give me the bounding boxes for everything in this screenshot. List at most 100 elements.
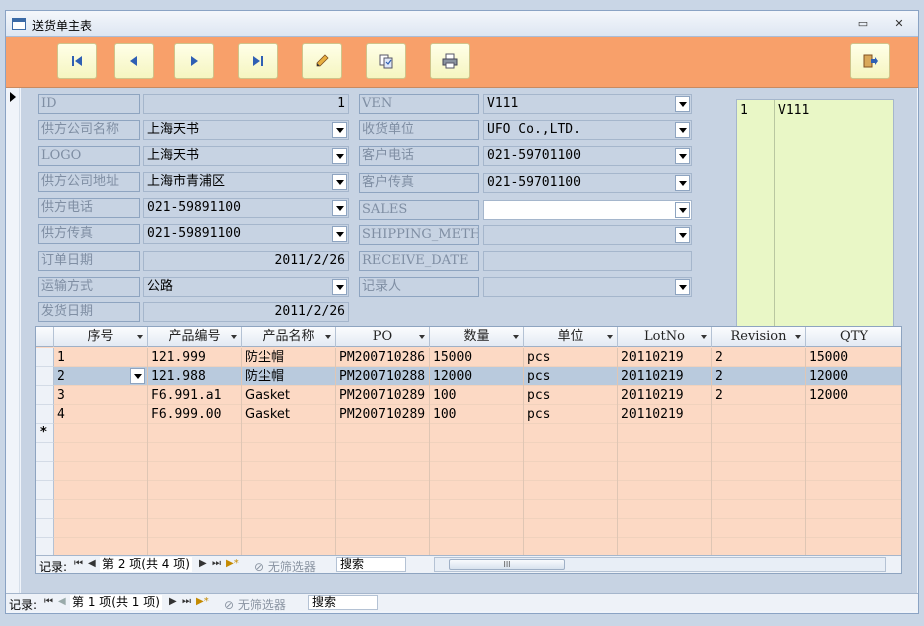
nav-last-icon[interactable]: ⏭ — [182, 596, 191, 607]
dropdown-arrow-icon[interactable] — [675, 227, 690, 243]
previous-record-button[interactable] — [114, 43, 154, 79]
table-cell[interactable] — [524, 481, 618, 500]
col-header-po[interactable]: PO — [336, 327, 430, 347]
table-cell[interactable]: 2 — [712, 367, 806, 386]
table-cell[interactable]: 12000 — [806, 386, 901, 405]
table-cell[interactable] — [242, 424, 336, 443]
dropdown-arrow-icon[interactable] — [675, 175, 690, 191]
search-box[interactable]: 搜索 — [336, 557, 406, 572]
search-box[interactable]: 搜索 — [308, 595, 378, 610]
filter-status[interactable]: ⊘ 无筛选器 — [224, 596, 286, 613]
table-cell[interactable]: 防尘帽 — [242, 348, 336, 367]
table-cell[interactable] — [618, 519, 712, 538]
row-selector[interactable] — [36, 348, 54, 367]
table-cell[interactable]: 防尘帽 — [242, 367, 336, 386]
table-cell[interactable]: 12000 — [806, 367, 901, 386]
table-cell[interactable]: 100 — [430, 405, 524, 424]
table-cell[interactable]: PM200710289 — [336, 405, 430, 424]
table-cell[interactable] — [242, 443, 336, 462]
table-cell[interactable] — [336, 481, 430, 500]
table-cell[interactable] — [618, 481, 712, 500]
table-cell[interactable] — [242, 500, 336, 519]
empty-row[interactable] — [54, 443, 901, 462]
nav-first-icon[interactable]: ⏮ — [44, 596, 53, 607]
dropdown-arrow-icon[interactable] — [332, 279, 347, 295]
receive-date-field[interactable] — [483, 251, 692, 271]
table-cell[interactable]: PM200710288 — [336, 367, 430, 386]
table-cell[interactable] — [54, 443, 148, 462]
ven-combo[interactable]: V111 — [483, 94, 692, 114]
customer-phone-combo[interactable]: 021-59701100 — [483, 146, 692, 166]
row-selector[interactable] — [36, 443, 54, 462]
row-selector[interactable] — [36, 386, 54, 405]
dropdown-arrow-icon[interactable] — [675, 202, 690, 218]
first-record-button[interactable] — [57, 43, 97, 79]
table-row[interactable]: 4 F6.999.00 Gasket PM200710289 100 pcs 2011021… — [54, 405, 901, 424]
table-cell[interactable]: 121.999 — [148, 348, 242, 367]
table-cell[interactable]: 20110219 — [618, 405, 712, 424]
table-cell[interactable]: F6.991.a1 — [148, 386, 242, 405]
table-cell[interactable]: pcs — [524, 348, 618, 367]
col-header-product-name[interactable]: 产品名称 — [242, 327, 336, 347]
table-cell[interactable]: 2 — [712, 386, 806, 405]
col-header-lotno[interactable]: LotNo — [618, 327, 712, 347]
row-selector[interactable] — [36, 462, 54, 481]
table-cell[interactable]: 20110219 — [618, 348, 712, 367]
nav-next-icon[interactable]: ▶ — [169, 596, 177, 607]
listbox-item-ven[interactable]: V111 — [778, 103, 809, 118]
row-selector[interactable] — [36, 481, 54, 500]
recorder-combo[interactable] — [483, 277, 692, 297]
table-cell[interactable] — [806, 500, 901, 519]
table-cell[interactable] — [524, 519, 618, 538]
dropdown-arrow-icon[interactable] — [332, 226, 347, 242]
supplier-address-combo[interactable]: 上海市青浦区 — [143, 172, 349, 192]
supplier-name-combo[interactable]: 上海天书 — [143, 120, 349, 140]
table-cell[interactable] — [430, 519, 524, 538]
sort-arrow-icon[interactable] — [231, 335, 237, 339]
scrollbar-thumb[interactable]: III — [449, 559, 565, 570]
col-header-product-code[interactable]: 产品编号 — [148, 327, 242, 347]
table-cell[interactable] — [336, 500, 430, 519]
table-cell[interactable] — [54, 519, 148, 538]
print-button[interactable] — [430, 43, 470, 79]
table-cell[interactable]: pcs — [524, 367, 618, 386]
table-cell[interactable] — [54, 462, 148, 481]
table-cell[interactable]: Gasket — [242, 405, 336, 424]
dropdown-arrow-icon[interactable] — [675, 96, 690, 112]
table-cell[interactable]: 100 — [430, 386, 524, 405]
col-header-revision[interactable]: Revision — [712, 327, 806, 347]
table-cell[interactable]: 12000 — [430, 367, 524, 386]
dropdown-arrow-icon[interactable] — [332, 122, 347, 138]
filter-status[interactable]: ⊘ 无筛选器 — [254, 558, 316, 573]
dropdown-arrow-icon[interactable] — [332, 174, 347, 190]
dropdown-arrow-icon[interactable] — [675, 148, 690, 164]
table-cell[interactable] — [148, 500, 242, 519]
nav-next-icon[interactable]: ▶ — [199, 558, 207, 569]
table-cell[interactable]: PM200710286 — [336, 348, 430, 367]
dropdown-arrow-icon[interactable] — [332, 148, 347, 164]
table-cell[interactable] — [806, 405, 901, 424]
nav-last-icon[interactable]: ⏭ — [212, 558, 221, 569]
sort-arrow-icon[interactable] — [137, 335, 143, 339]
table-cell[interactable]: F6.999.00 — [148, 405, 242, 424]
table-cell[interactable] — [242, 519, 336, 538]
col-header-qty[interactable]: QTY — [806, 327, 901, 347]
dropdown-arrow-icon[interactable] — [332, 200, 347, 216]
table-row[interactable]: 1 121.999 防尘帽 PM200710286 15000 pcs 20110219 2 1… — [54, 348, 901, 367]
table-cell[interactable] — [712, 462, 806, 481]
table-cell[interactable] — [712, 424, 806, 443]
table-cell[interactable] — [524, 424, 618, 443]
table-row[interactable]: 2 121.988 防尘帽 PM200710288 12000 pcs 20110219 2 1… — [54, 367, 901, 386]
shipping-method-combo[interactable] — [483, 225, 692, 245]
table-cell[interactable]: 2 — [712, 348, 806, 367]
minimize-button[interactable]: ▭ — [854, 15, 872, 33]
table-cell[interactable] — [806, 443, 901, 462]
table-cell[interactable]: 15000 — [430, 348, 524, 367]
table-cell[interactable] — [54, 424, 148, 443]
table-cell[interactable] — [806, 519, 901, 538]
table-cell[interactable] — [242, 481, 336, 500]
table-cell[interactable] — [336, 519, 430, 538]
table-cell[interactable]: Gasket — [242, 386, 336, 405]
row-selector[interactable] — [36, 405, 54, 424]
table-cell[interactable]: 121.988 — [148, 367, 242, 386]
